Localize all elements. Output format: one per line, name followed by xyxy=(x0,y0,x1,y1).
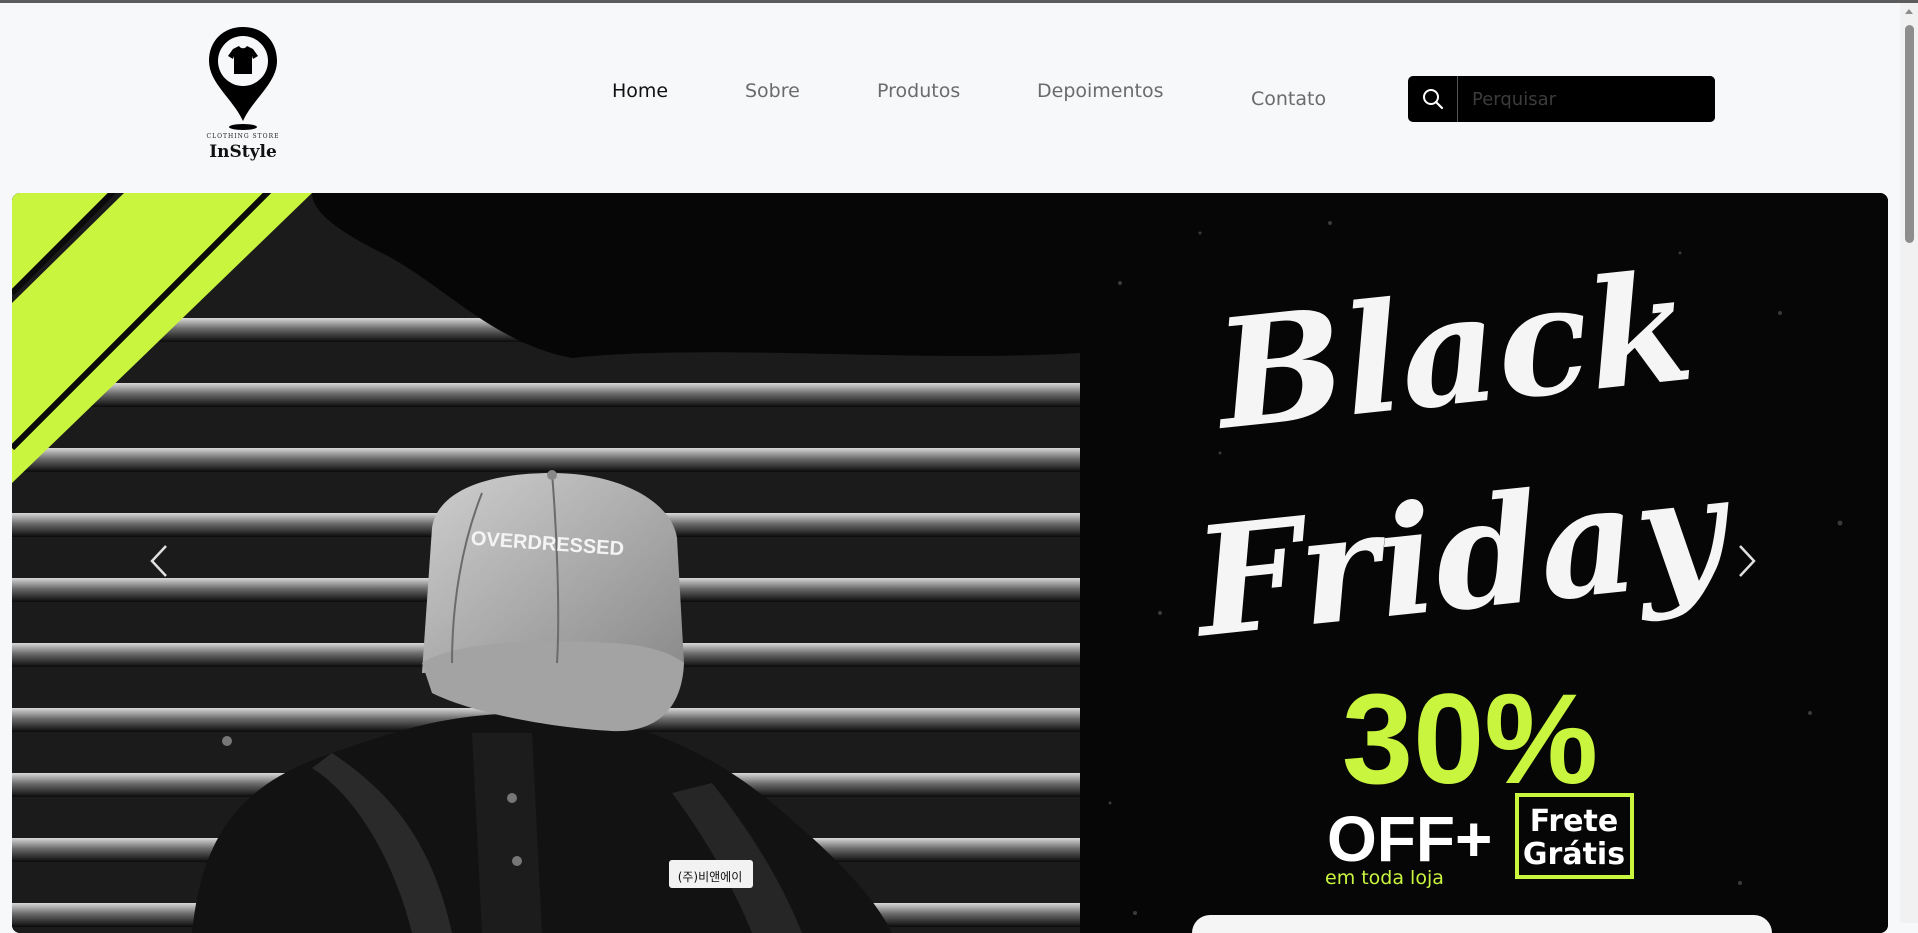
shipping-line2: Grátis xyxy=(1523,837,1625,872)
site-header: CLOTHING STORE InStyle Home Sobre Produt… xyxy=(0,3,1900,193)
promo-panel: Black Friday 30% OFF+ Frete Grátis em to… xyxy=(1080,193,1888,933)
carousel-next-button[interactable] xyxy=(1726,531,1766,591)
promo-subtext: em toda loja xyxy=(1325,867,1444,889)
nav-produtos[interactable]: Produtos xyxy=(877,80,960,102)
nav-contato[interactable]: Contato xyxy=(1251,88,1326,110)
nav-home[interactable]: Home xyxy=(612,80,668,102)
off-text: OFF+ xyxy=(1327,803,1492,875)
jacket-patch-text: (주)비앤에이 xyxy=(678,870,743,884)
chevron-left-icon xyxy=(150,545,167,577)
scrollbar-thumb[interactable] xyxy=(1905,25,1914,243)
promo-cta-shape[interactable] xyxy=(1192,915,1772,933)
hero-carousel: OVERDRESSED (주)비앤에이 Black Friday 30% OFF… xyxy=(12,193,1888,933)
logo[interactable]: CLOTHING STORE InStyle xyxy=(198,23,288,173)
search-button[interactable] xyxy=(1408,76,1458,122)
scroll-up-icon[interactable] xyxy=(1905,9,1913,14)
logo-tagline: CLOTHING STORE xyxy=(206,133,280,140)
logo-brand: InStyle xyxy=(209,142,277,162)
nav-depoimentos[interactable]: Depoimentos xyxy=(1037,80,1164,102)
location-pin-tshirt-icon xyxy=(209,27,277,130)
chevron-right-icon xyxy=(1739,545,1756,577)
carousel-prev-button[interactable] xyxy=(140,531,180,591)
shipping-line1: Frete xyxy=(1530,804,1618,839)
search-input[interactable] xyxy=(1458,76,1715,122)
search-bar xyxy=(1408,76,1715,122)
discount-value: 30% xyxy=(1342,668,1598,811)
nav-sobre[interactable]: Sobre xyxy=(745,80,800,102)
search-icon xyxy=(1422,89,1443,110)
page-scrollbar[interactable] xyxy=(1900,3,1918,923)
